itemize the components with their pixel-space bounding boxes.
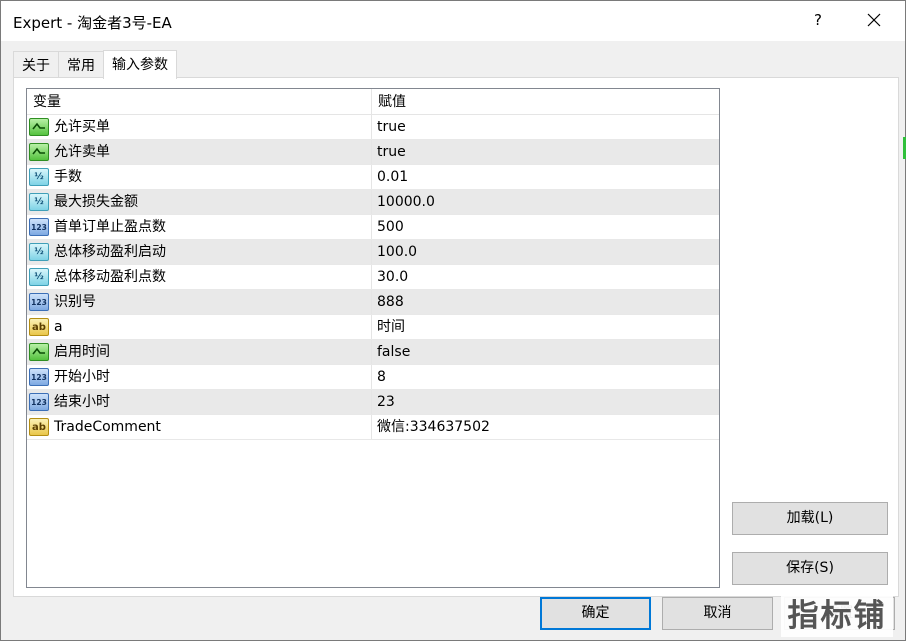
- reset-button[interactable]: 重置: [784, 597, 895, 630]
- variable-name: 总体移动盈利点数: [54, 268, 166, 285]
- variable-name: 首单订单止盈点数: [54, 218, 166, 235]
- value-cell[interactable]: 23: [372, 390, 719, 414]
- table-row[interactable]: ½ 总体移动盈利点数 30.0: [27, 265, 719, 290]
- int-icon: 123: [29, 293, 49, 311]
- variable-cell: 123 开始小时: [27, 365, 372, 389]
- value-cell[interactable]: 888: [372, 290, 719, 314]
- double-icon: ½: [29, 168, 49, 186]
- table-row[interactable]: ½ 手数 0.01: [27, 165, 719, 190]
- table-row[interactable]: 123 结束小时 23: [27, 390, 719, 415]
- variable-name: a: [54, 318, 63, 335]
- value-cell[interactable]: true: [372, 140, 719, 164]
- variable-cell: ab TradeComment: [27, 415, 372, 439]
- column-header-variable[interactable]: 变量: [27, 89, 372, 114]
- tab-common[interactable]: 常用: [58, 51, 104, 79]
- value-cell[interactable]: 10000.0: [372, 190, 719, 214]
- variable-cell: ½ 最大损失金额: [27, 190, 372, 214]
- expert-properties-dialog: Expert - 淘金者3号-EA ? 关于 常用 输入参数 变量 赋值 允许买…: [0, 0, 906, 641]
- double-icon: ½: [29, 193, 49, 211]
- variable-name: 允许买单: [54, 118, 110, 135]
- int-icon: 123: [29, 368, 49, 386]
- value-cell[interactable]: 500: [372, 215, 719, 239]
- variable-name: 允许卖单: [54, 143, 110, 160]
- variable-name: 结束小时: [54, 393, 110, 410]
- bool-icon: [29, 343, 49, 361]
- variable-name: TradeComment: [54, 418, 161, 435]
- table-row[interactable]: 允许买单 true: [27, 115, 719, 140]
- variable-name: 开始小时: [54, 368, 110, 385]
- table-row[interactable]: ab a 时间: [27, 315, 719, 340]
- column-header-value[interactable]: 赋值: [372, 89, 719, 114]
- bool-icon: [29, 118, 49, 136]
- variable-cell: ½ 总体移动盈利启动: [27, 240, 372, 264]
- table-row[interactable]: ab TradeComment 微信:334637502: [27, 415, 719, 440]
- table-row[interactable]: 启用时间 false: [27, 340, 719, 365]
- inputs-table: 变量 赋值 允许买单 true 允许卖单 true ½ 手数 0.01 ½ 最大损失金额 1000…: [26, 88, 720, 588]
- value-cell[interactable]: false: [372, 340, 719, 364]
- variable-cell: ½ 手数: [27, 165, 372, 189]
- save-button[interactable]: 保存(S): [732, 552, 888, 585]
- int-icon: 123: [29, 393, 49, 411]
- table-header: 变量 赋值: [27, 89, 719, 115]
- close-button[interactable]: [859, 7, 889, 35]
- tab-about[interactable]: 关于: [13, 51, 59, 79]
- value-cell[interactable]: 30.0: [372, 265, 719, 289]
- value-cell[interactable]: 时间: [372, 315, 719, 339]
- cancel-button[interactable]: 取消: [662, 597, 773, 630]
- variable-cell: 123 识别号: [27, 290, 372, 314]
- value-cell[interactable]: true: [372, 115, 719, 139]
- table-body: 允许买单 true 允许卖单 true ½ 手数 0.01 ½ 最大损失金额 10000.0 123…: [27, 115, 719, 440]
- value-cell[interactable]: 微信:334637502: [372, 415, 719, 439]
- value-cell[interactable]: 8: [372, 365, 719, 389]
- variable-name: 启用时间: [54, 343, 110, 360]
- table-row[interactable]: 123 识别号 888: [27, 290, 719, 315]
- tab-inputs[interactable]: 输入参数: [103, 50, 177, 79]
- load-button[interactable]: 加载(L): [732, 502, 888, 535]
- table-row[interactable]: ½ 最大损失金额 10000.0: [27, 190, 719, 215]
- variable-cell: 123 首单订单止盈点数: [27, 215, 372, 239]
- variable-cell: 允许买单: [27, 115, 372, 139]
- title-bar: Expert - 淘金者3号-EA ?: [1, 1, 905, 41]
- string-icon: ab: [29, 418, 49, 436]
- variable-cell: 允许卖单: [27, 140, 372, 164]
- double-icon: ½: [29, 243, 49, 261]
- close-icon: [867, 13, 881, 27]
- value-cell[interactable]: 0.01: [372, 165, 719, 189]
- variable-name: 识别号: [54, 293, 96, 310]
- value-cell[interactable]: 100.0: [372, 240, 719, 264]
- variable-cell: 123 结束小时: [27, 390, 372, 414]
- window-title: Expert - 淘金者3号-EA: [13, 14, 172, 32]
- table-row[interactable]: 123 开始小时 8: [27, 365, 719, 390]
- double-icon: ½: [29, 268, 49, 286]
- variable-name: 手数: [54, 168, 82, 185]
- table-row[interactable]: 123 首单订单止盈点数 500: [27, 215, 719, 240]
- string-icon: ab: [29, 318, 49, 336]
- ok-button[interactable]: 确定: [540, 597, 651, 630]
- variable-cell: ab a: [27, 315, 372, 339]
- help-button[interactable]: ?: [807, 9, 829, 31]
- tab-strip: 关于 常用 输入参数: [13, 50, 177, 79]
- variable-name: 总体移动盈利启动: [54, 243, 166, 260]
- variable-cell: ½ 总体移动盈利点数: [27, 265, 372, 289]
- table-row[interactable]: 允许卖单 true: [27, 140, 719, 165]
- bool-icon: [29, 143, 49, 161]
- variable-name: 最大损失金额: [54, 193, 138, 210]
- table-row[interactable]: ½ 总体移动盈利启动 100.0: [27, 240, 719, 265]
- int-icon: 123: [29, 218, 49, 236]
- variable-cell: 启用时间: [27, 340, 372, 364]
